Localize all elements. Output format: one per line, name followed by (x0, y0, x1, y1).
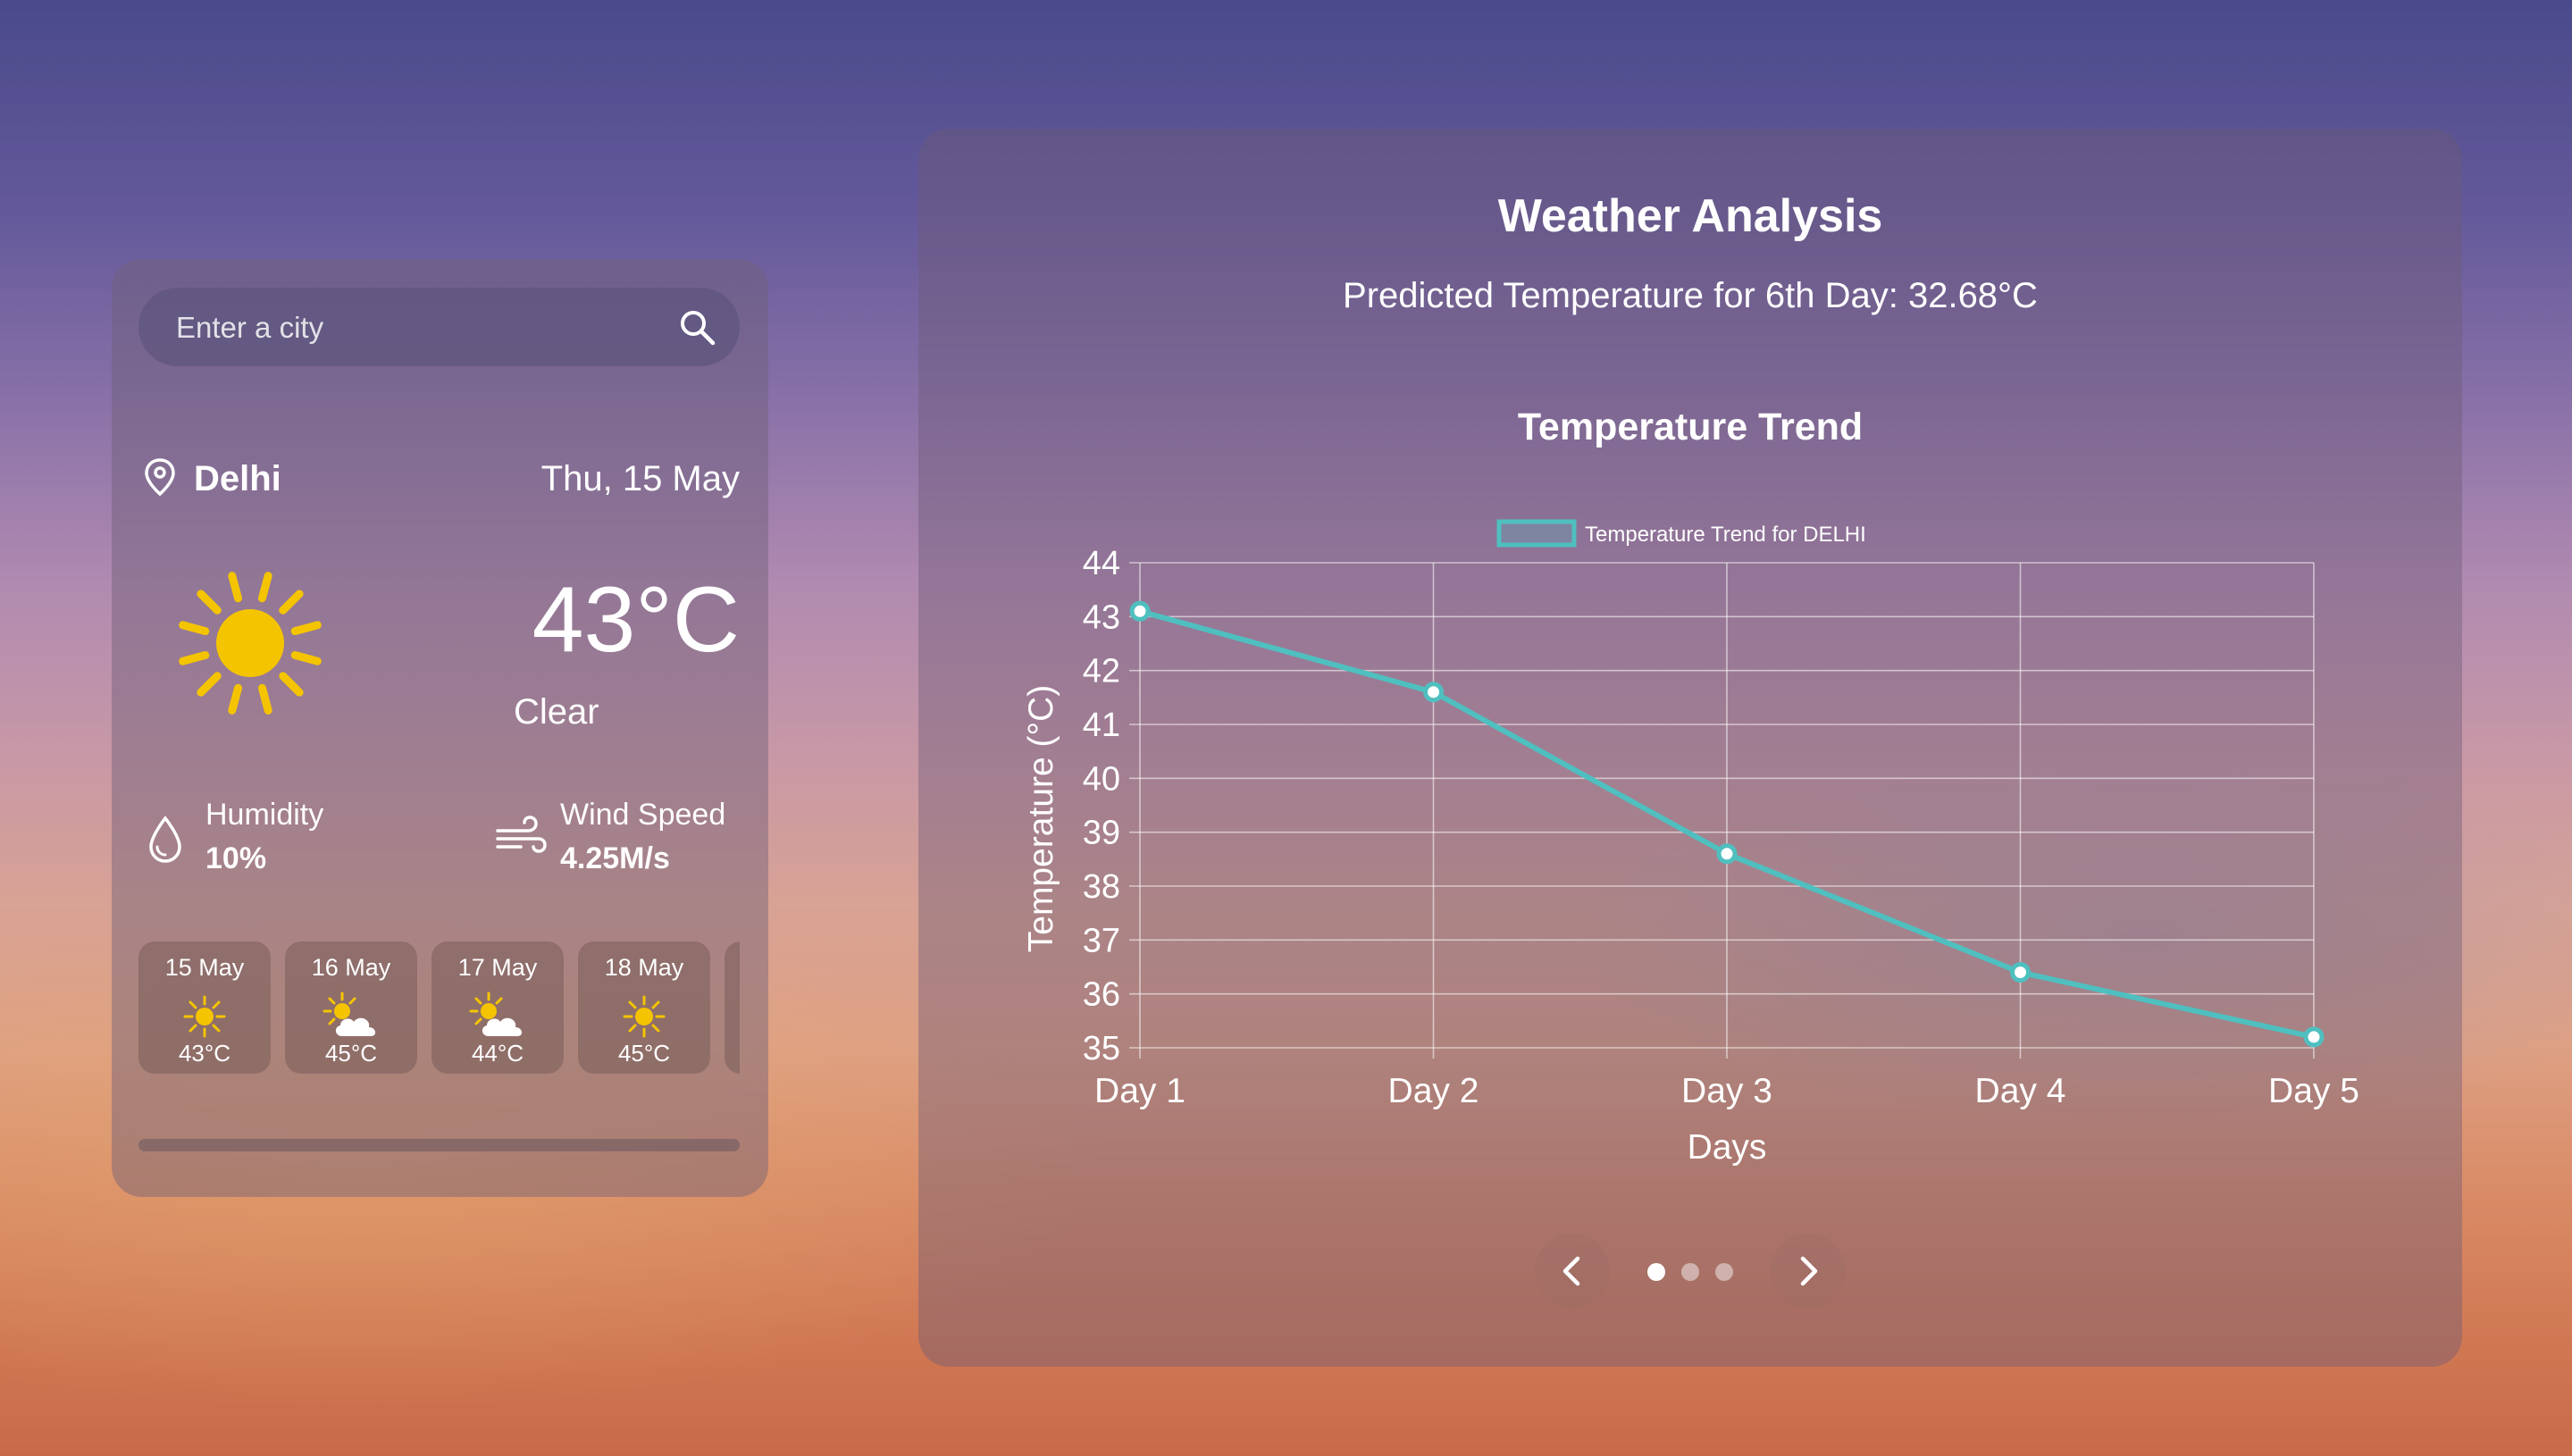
location-row: Delhi Thu, 15 May (144, 456, 740, 500)
data-point (1129, 600, 1151, 622)
current-date: Thu, 15 May (540, 459, 740, 498)
carousel-prev-button[interactable] (1535, 1234, 1610, 1309)
temperature-trend-chart: 35 36 37 38 39 40 41 42 43 44 Day 1 Day 2 Day 3 Day 4… (1022, 519, 2359, 1167)
legend-swatch (1496, 519, 1577, 548)
city-search-input[interactable] (174, 288, 660, 368)
weather-card: Delhi Thu, 15 May 43°C Clear Humidity 10… (112, 259, 768, 1197)
forecast-item[interactable]: 16 May 45°C (285, 941, 417, 1074)
location-pin-icon (145, 458, 175, 497)
forecast-temperature: 44°C (471, 1040, 524, 1067)
y-tick-label: 38 (1083, 868, 1120, 906)
y-tick-label: 35 (1083, 1030, 1120, 1067)
forecast-temperature: 45°C (617, 1040, 671, 1067)
y-tick-label: 39 (1083, 815, 1120, 852)
y-tick-label: 42 (1083, 653, 1120, 690)
x-tick-label: Day 5 (2268, 1072, 2359, 1110)
carousel-dot-1[interactable] (1647, 1263, 1665, 1281)
y-tick-label: 44 (1083, 545, 1120, 582)
y-tick-label: 41 (1083, 707, 1120, 744)
legend-label: Temperature Trend for DELHI (1585, 523, 1866, 547)
chevron-left-icon (1562, 1256, 1580, 1286)
weather-condition: Clear (514, 692, 599, 732)
data-point (1423, 682, 1444, 703)
x-tick-label: Day 1 (1094, 1072, 1185, 1110)
x-axis-label: Days (1688, 1128, 1767, 1167)
y-tick-label: 40 (1083, 760, 1120, 798)
partly-cloudy-icon (323, 992, 376, 1036)
forecast-list[interactable]: 15 May 43°C 16 May 45°C 17 May 44°C 18 M… (138, 941, 740, 1074)
partly-cloudy-icon (469, 992, 523, 1036)
wind-speed-value: 4.25M/s (560, 841, 670, 875)
x-tick-label: Day 3 (1681, 1072, 1772, 1110)
x-tick-label: Day 4 (1975, 1072, 2066, 1110)
wind-icon (496, 816, 547, 853)
search-bar (138, 288, 740, 368)
forecast-date: 18 May (604, 954, 684, 981)
data-point (1716, 843, 1738, 865)
humidity-label: Humidity (205, 798, 324, 832)
sun-icon (179, 572, 322, 715)
forecast-item[interactable]: 15 May 43°C (138, 941, 271, 1074)
forecast-temperature: 45°C (324, 1040, 378, 1067)
chevron-right-icon (1800, 1256, 1818, 1286)
humidity-value: 10% (205, 841, 267, 875)
forecast-temperature: 43°C (178, 1040, 231, 1067)
analysis-panel: Weather Analysis Predicted Temperature f… (918, 129, 2462, 1367)
forecast-item[interactable]: 17 May 44°C (431, 941, 564, 1074)
forecast-date: 17 May (457, 954, 538, 981)
y-axis-label: Temperature (°C) (1022, 685, 1060, 953)
humidity-droplet-icon (149, 816, 181, 863)
sun-icon (183, 995, 226, 1038)
city-name: Delhi (194, 459, 281, 498)
forecast-item[interactable]: 18 May 45°C (578, 941, 710, 1074)
y-tick-label: 37 (1083, 922, 1120, 959)
current-temperature: 43°C (532, 568, 740, 672)
y-tick-label: 36 (1083, 976, 1120, 1014)
carousel-next-button[interactable] (1771, 1234, 1846, 1309)
carousel-dot-2[interactable] (1681, 1263, 1699, 1281)
forecast-date: 15 May (164, 954, 245, 981)
forecast-date: 16 May (311, 954, 391, 981)
y-tick-label: 43 (1083, 598, 1120, 636)
forecast-scrollbar[interactable] (138, 1139, 740, 1151)
wind-speed-label: Wind Speed (560, 798, 726, 832)
sun-icon (623, 995, 666, 1038)
x-tick-label: Day 2 (1388, 1072, 1479, 1110)
data-point (2010, 962, 2031, 983)
search-icon[interactable] (677, 307, 716, 347)
forecast-item-partial[interactable] (725, 941, 740, 1074)
carousel-dot-3[interactable] (1715, 1263, 1733, 1281)
data-point (2303, 1026, 2325, 1048)
